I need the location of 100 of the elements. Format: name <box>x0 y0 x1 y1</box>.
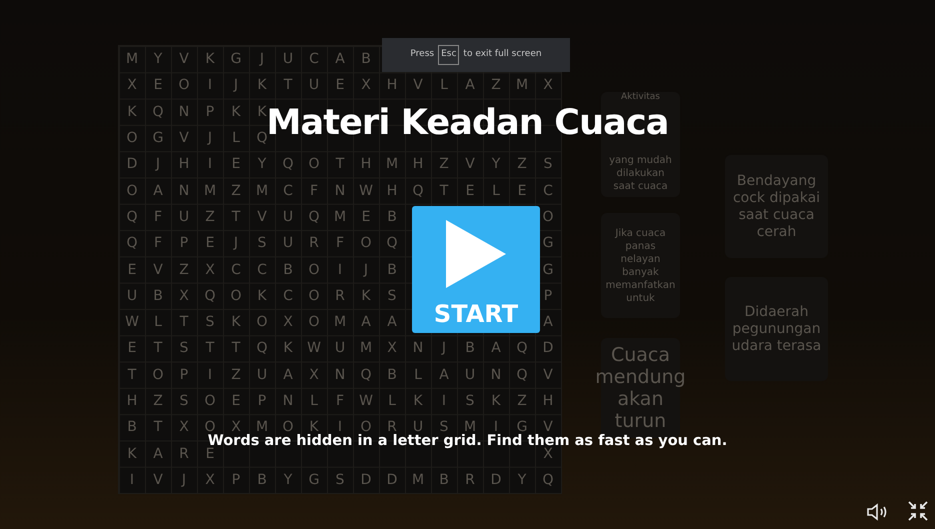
grid-letter: K <box>413 394 423 408</box>
grid-letter: E <box>466 184 474 198</box>
grid-letter: J <box>208 131 212 146</box>
grid-letter: W <box>125 315 139 330</box>
grid-letter: X <box>205 262 215 277</box>
grid-letter: L <box>492 184 500 198</box>
grid-letter: Z <box>231 184 241 198</box>
start-button[interactable]: START <box>412 206 540 333</box>
grid-letter: B <box>465 341 475 356</box>
grid-letter: G <box>152 131 164 146</box>
grid-letter: B <box>127 420 137 434</box>
grid-letter: S <box>258 236 266 250</box>
grid-letter: H <box>360 157 372 172</box>
grid-letter: V <box>179 52 189 66</box>
grid-letter: K <box>491 394 501 408</box>
exit-fullscreen-icon[interactable] <box>908 501 928 521</box>
clue-card: Didaerah pegunungan udara terasa <box>725 277 828 381</box>
grid-letter: P <box>180 368 188 382</box>
grid-letter: G <box>308 472 320 487</box>
grid-letter: X <box>543 78 553 92</box>
grid-letter: O <box>282 420 294 434</box>
grid-letter: E <box>128 262 136 277</box>
grid-letter: B <box>387 210 397 224</box>
grid-letter: B <box>439 472 449 487</box>
grid-letter: K <box>127 446 137 461</box>
grid-letter: Q <box>516 341 528 356</box>
grid-letter: S <box>180 341 188 356</box>
grid-letter: A <box>361 315 371 330</box>
grid-letter: O <box>204 394 216 408</box>
grid-letter: K <box>127 104 137 119</box>
grid-letter: H <box>386 184 398 198</box>
grid-letter: S <box>336 472 344 487</box>
grid-letter: P <box>206 104 214 119</box>
grid-letter: R <box>465 472 475 487</box>
grid-letter: Q <box>308 210 320 224</box>
grid-letter: D <box>360 472 372 487</box>
grid-letter: S <box>544 157 552 172</box>
grid-letter: Z <box>179 262 189 277</box>
grid-letter: Q <box>360 368 372 382</box>
grid-letter: Q <box>126 236 138 250</box>
notice-text: Press <box>410 48 434 62</box>
grid-letter: B <box>361 52 371 66</box>
grid-letter: W <box>359 394 373 408</box>
grid-letter: D <box>386 472 398 487</box>
grid-letter: N <box>178 104 190 119</box>
grid-letter: V <box>153 472 163 487</box>
esc-key: Esc <box>438 45 460 65</box>
grid-letter: G <box>516 420 528 434</box>
grid-letter: X <box>309 368 319 382</box>
grid-letter: N <box>412 341 424 356</box>
grid-letter: O <box>178 78 190 92</box>
grid-letter: Z <box>205 210 215 224</box>
grid-letter: F <box>154 236 162 250</box>
grid-letter: J <box>234 236 238 250</box>
grid-letter: H <box>178 157 190 172</box>
grid-letter: X <box>387 341 397 356</box>
grid-letter: V <box>413 78 423 92</box>
grid-letter: B <box>387 368 397 382</box>
grid-letter: M <box>386 157 398 172</box>
speaker-icon[interactable] <box>867 503 889 521</box>
grid-letter: R <box>335 288 345 303</box>
grid-letter: U <box>256 368 268 382</box>
grid-letter: M <box>516 78 528 92</box>
grid-letter: H <box>386 78 398 92</box>
grid-letter: T <box>180 315 188 330</box>
grid-letter: O <box>152 368 164 382</box>
grid-letter: E <box>206 236 214 250</box>
grid-letter: C <box>257 262 267 277</box>
grid-letter: Y <box>284 472 292 487</box>
grid-letter: O <box>126 131 138 146</box>
grid-letter: U <box>282 236 294 250</box>
grid-letter: M <box>464 420 476 434</box>
grid-letter: O <box>230 288 242 303</box>
card-text: yang mudah dilakukan saat cuaca <box>608 154 673 193</box>
grid-letter: T <box>440 184 448 198</box>
grid-letter: Z <box>517 157 527 172</box>
grid-letter: R <box>309 236 319 250</box>
grid-letter: W <box>307 341 321 356</box>
grid-letter: A <box>491 341 501 356</box>
grid-letter: V <box>465 157 475 172</box>
grid-letter: V <box>543 420 553 434</box>
grid-letter: I <box>208 157 212 172</box>
grid-letter: H <box>126 394 138 408</box>
grid-letter: K <box>205 52 215 66</box>
grid-letter: J <box>156 157 160 172</box>
grid-letter: C <box>231 262 241 277</box>
grid-letter: A <box>153 184 163 198</box>
grid-letter: P <box>180 236 188 250</box>
grid-letter: Q <box>412 184 424 198</box>
grid-letter: X <box>179 420 189 434</box>
grid-letter: X <box>361 78 371 92</box>
grid-letter: Q <box>282 157 294 172</box>
grid-letter: E <box>232 394 240 408</box>
grid-letter: U <box>308 78 320 92</box>
grid-letter: L <box>232 131 240 146</box>
grid-letter: V <box>179 131 189 146</box>
grid-letter: K <box>231 315 241 330</box>
grid-letter: T <box>206 341 214 356</box>
grid-letter: O <box>308 315 320 330</box>
grid-letter: I <box>130 472 134 487</box>
